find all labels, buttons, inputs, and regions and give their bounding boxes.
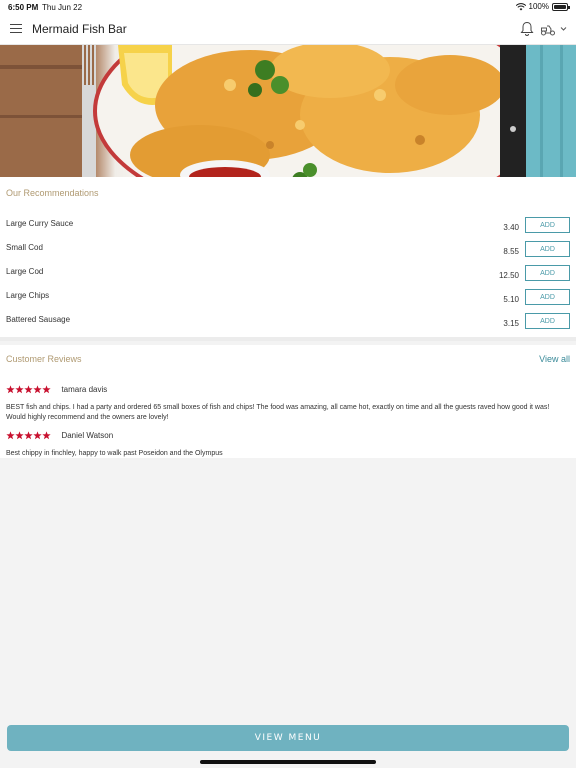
view-menu-button[interactable]: VIEW MENU [7, 725, 569, 751]
recommendations-title: Our Recommendations [6, 188, 99, 198]
item-price: 8.55 [503, 247, 519, 256]
item-name: Small Cod [6, 243, 43, 252]
list-item: Battered Sausage 3.15 ADD [0, 313, 576, 337]
star-icon [6, 431, 15, 440]
review-item: tamara davis BEST fish and chips. I had … [6, 381, 570, 423]
list-item: Large Curry Sauce 3.40 ADD [0, 217, 576, 241]
item-name: Large Cod [6, 267, 44, 276]
review-text: BEST fish and chips. I had a party and o… [6, 404, 550, 421]
star-icon [42, 385, 51, 394]
star-icon [15, 385, 24, 394]
reviewer-name: tamara davis [61, 385, 108, 395]
reviewer-name: Daniel Watson [61, 431, 114, 441]
app-header: Mermaid Fish Bar [0, 14, 576, 45]
star-rating [6, 385, 51, 394]
item-price: 12.50 [498, 271, 519, 280]
battery-icon [552, 2, 570, 11]
menu-icon[interactable] [10, 24, 22, 34]
item-name: Large Chips [6, 291, 50, 300]
list-item: Small Cod 8.55 ADD [0, 241, 576, 265]
review-text: Best chippy in finchley, happy to walk p… [6, 450, 223, 457]
add-button[interactable]: ADD [525, 217, 570, 233]
item-price: 3.40 [503, 223, 519, 232]
fish-and-chips-image [0, 45, 576, 177]
item-name: Large Curry Sauce [6, 219, 74, 228]
add-button[interactable]: ADD [525, 241, 570, 257]
star-icon [24, 385, 33, 394]
item-price: 5.10 [503, 295, 519, 304]
item-name: Battered Sausage [6, 315, 71, 324]
list-item: Large Chips 5.10 ADD [0, 289, 576, 313]
bell-icon[interactable] [520, 21, 534, 37]
star-rating [6, 431, 51, 440]
status-bar: 6:50 PM Thu Jun 22 100% [0, 0, 576, 14]
star-icon [33, 385, 42, 394]
scooter-icon[interactable] [540, 23, 556, 36]
home-indicator [200, 760, 376, 764]
star-icon [24, 431, 33, 440]
reviews-section: Customer Reviews View all tamara davis B… [0, 345, 576, 458]
item-price: 3.15 [503, 319, 519, 328]
battery-percent: 100% [528, 2, 549, 11]
add-button[interactable]: ADD [525, 265, 570, 281]
star-icon [15, 431, 24, 440]
wifi-icon [515, 2, 526, 10]
status-right: 100% [515, 2, 570, 11]
status-date: Thu Jun 22 [42, 3, 83, 12]
page-title: Mermaid Fish Bar [32, 22, 127, 36]
add-button[interactable]: ADD [525, 289, 570, 305]
list-item: Large Cod 12.50 ADD [0, 265, 576, 289]
star-icon [33, 431, 42, 440]
status-time: 6:50 PM [8, 3, 39, 12]
add-button[interactable]: ADD [525, 313, 570, 329]
star-icon [42, 431, 51, 440]
view-all-link[interactable]: View all [539, 354, 570, 364]
star-icon [6, 385, 15, 394]
reviews-title: Customer Reviews [6, 354, 82, 364]
chevron-down-icon[interactable] [560, 25, 567, 32]
hero-image [0, 45, 576, 177]
recommendations-section: Our Recommendations Large Curry Sauce 3.… [0, 177, 576, 341]
review-item: Daniel Watson Best chippy in finchley, h… [6, 427, 570, 459]
